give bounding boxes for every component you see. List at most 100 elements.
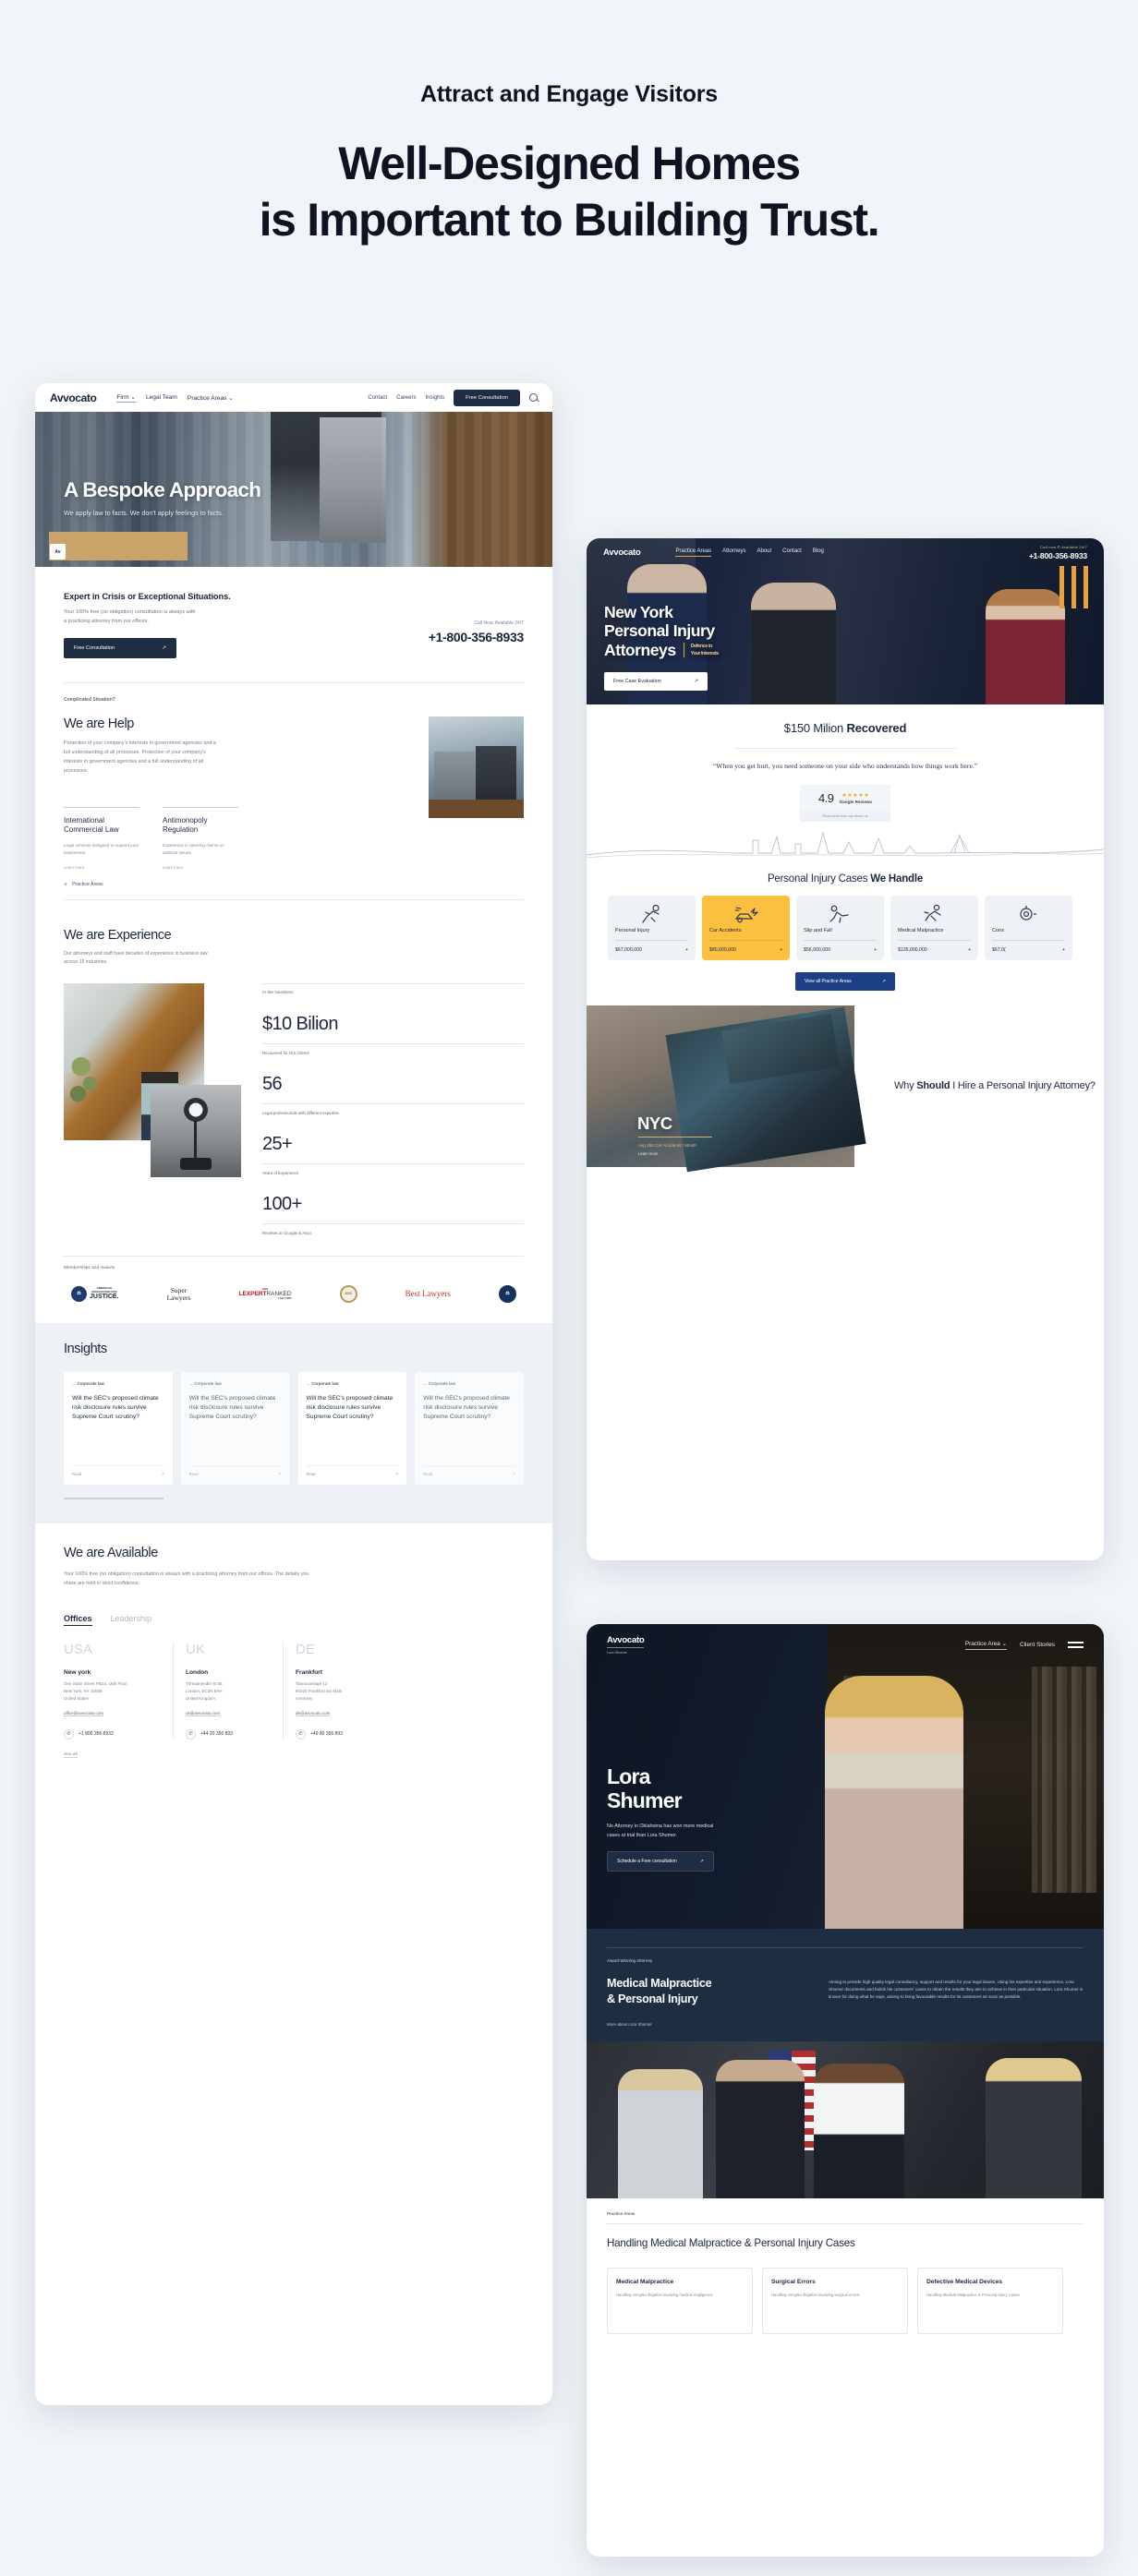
site-preview-lora-shumer[interactable]: Avvocato Lora Shumer Practice Area ⌄ Cli… xyxy=(587,1624,1104,2557)
office-phone[interactable]: ✆ +1 800 356 8933 xyxy=(64,1728,162,1739)
aaj-line3: JUSTICE. xyxy=(90,1293,119,1300)
siteB-nav-blog[interactable]: Blog xyxy=(813,548,824,557)
siteC-eyebrow: Award-Winning Attorney xyxy=(607,1958,653,1963)
divider xyxy=(64,898,524,900)
search-icon[interactable] xyxy=(529,393,538,402)
insight-read-link[interactable]: Read xyxy=(72,1472,81,1476)
siteA-nav-firm[interactable]: Firm ⌄ xyxy=(116,393,136,403)
plus-icon[interactable]: + xyxy=(685,947,688,953)
insight-card[interactable]: → Corporate law Will the SEC's proposed … xyxy=(415,1372,524,1486)
siteB-call-block: Call now ✆ Available 24/7 +1-800-356-893… xyxy=(1029,545,1087,560)
office-email[interactable]: office@avvocato.com xyxy=(64,1711,104,1716)
case-tile-name: Medical Malpractice xyxy=(898,927,944,933)
siteB-nav-about[interactable]: About xyxy=(757,548,771,557)
siteA-phone-number[interactable]: +1-800-356-8933 xyxy=(429,630,525,644)
insight-read-link[interactable]: Read xyxy=(307,1472,316,1476)
arrow-up-right-icon: ↗ xyxy=(699,1859,704,1865)
insights-scrollbar[interactable] xyxy=(64,1498,163,1500)
siteA-practice-areas-link[interactable]: + Practice Areas xyxy=(64,870,524,899)
case-tile-amount: $80,000,000 xyxy=(709,946,736,953)
siteB-nav-practice-areas[interactable]: Practice Areas xyxy=(675,548,712,557)
insight-card[interactable]: → Corporate law Will the SEC's proposed … xyxy=(64,1372,173,1486)
rating-read-link[interactable]: Read what they say about us xyxy=(800,810,890,822)
siteA-see-all-link[interactable]: See all xyxy=(64,1752,78,1758)
siteA-nav-legal-team[interactable]: Legal Team xyxy=(146,394,177,401)
tab-leadership[interactable]: Leadership xyxy=(111,1614,152,1626)
case-tile-slip-and-fall[interactable]: Slip and Fall $56,000,000 + xyxy=(796,895,884,960)
practice-card-medical-malpractice[interactable]: Medical Malpractice Handling complex lit… xyxy=(607,2267,753,2334)
site-preview-avvocato-corporate[interactable]: Avvocato Firm ⌄ Legal Team Practice Area… xyxy=(35,383,552,2405)
siteA-available-body: Your 100% free (no obligation) consultat… xyxy=(64,1571,309,1587)
siteC-hero-line2: Shumer xyxy=(607,1788,683,1813)
phone-icon: ✆ xyxy=(1057,544,1061,549)
insight-read-link[interactable]: Read xyxy=(423,1472,432,1476)
siteA-nav-practice-areas[interactable]: Practice Areas ⌄ xyxy=(188,394,234,402)
site-previews: Avvocato Firm ⌄ Legal Team Practice Area… xyxy=(0,0,1138,2576)
case-tile-medical-malpractice[interactable]: Medical Malpractice $135,000,000 + xyxy=(890,895,978,960)
arrow-up-right-icon: ↗ xyxy=(394,1472,399,1477)
case-tile-construction[interactable]: Cons $67,0( + xyxy=(985,895,1072,960)
schedule-free-consultation-button[interactable]: Schedule a Free consultation ↗ xyxy=(607,1851,714,1872)
siteA-help-card-body: Legal services designed to support your … xyxy=(64,843,139,855)
construction-icon xyxy=(992,904,1065,928)
siteA-nav-insights[interactable]: Insights xyxy=(425,395,444,401)
case-tile-car-accidents[interactable]: Car Accidents $80,000,000 + xyxy=(702,895,790,960)
siteB-nyc-card[interactable]: NYC Avg 150 Car Accidents / Month Learn … xyxy=(587,1005,866,1172)
office-city: London xyxy=(186,1669,209,1677)
siteC-hero-line1: Lora xyxy=(607,1764,650,1788)
siteC-logo[interactable]: Avvocato xyxy=(607,1635,645,1648)
site-preview-personal-injury[interactable]: Avvocato Practice Areas Attorneys About … xyxy=(587,538,1104,1560)
siteB-nav-attorneys[interactable]: Attorneys xyxy=(722,548,745,557)
practice-card-surgical-errors[interactable]: Surgical Errors Handling complex litigat… xyxy=(762,2267,908,2334)
case-tile-amount: $67,0( xyxy=(992,946,1006,953)
siteA-nav-contact[interactable]: Contact xyxy=(368,395,387,401)
plus-icon[interactable]: + xyxy=(968,947,971,953)
office-country: USA xyxy=(64,1642,92,1658)
siteA-crisis-cta-button[interactable]: Free Consultation ↗ xyxy=(64,637,176,658)
tab-offices[interactable]: Offices xyxy=(64,1614,92,1627)
case-tile-name: Cons xyxy=(992,927,1005,933)
siteC-nav-practice-area[interactable]: Practice Area ⌄ xyxy=(964,1640,1007,1650)
seal-year: 2023 xyxy=(345,1291,352,1295)
chevron-down-icon: ⌄ xyxy=(1001,1641,1007,1647)
divider xyxy=(615,939,688,941)
siteA-nav-careers[interactable]: Careers xyxy=(396,395,416,401)
case-tile-personal-injury[interactable]: Personal Injury $67,000,000 + xyxy=(608,895,696,960)
siteA-help-section: Complicated Situation? We are Help Prote… xyxy=(35,683,552,913)
plus-icon[interactable]: + xyxy=(780,947,782,953)
siteC-more-link[interactable]: More about Lora Shumer xyxy=(607,2022,1084,2027)
office-phone[interactable]: ✆ +44 20 356 893 xyxy=(186,1728,272,1739)
award-logo-best-lawyers: Best Lawyers xyxy=(406,1289,451,1299)
hamburger-menu-icon[interactable] xyxy=(1068,1639,1084,1650)
siteA-help-card-link[interactable]: Learn more xyxy=(163,865,238,870)
siteA-help-card[interactable]: Antimonopoly Regulation Experience in ad… xyxy=(163,806,238,870)
siteA-help-card[interactable]: International Commercial Law Legal servi… xyxy=(64,806,139,870)
insight-card[interactable]: → Corporate law Will the SEC's proposed … xyxy=(180,1372,290,1486)
siteA-stat-value: 100+ xyxy=(262,1194,302,1215)
siteA-free-consultation-button[interactable]: Free Consultation xyxy=(454,389,520,406)
insight-read-link[interactable]: Read xyxy=(189,1472,199,1476)
divider xyxy=(709,939,782,941)
siteA-award-logos: ⚖ AMERICAN ASSOCIATION FOR JUSTICE. Supe… xyxy=(64,1285,524,1304)
siteB-nyc-learn-more[interactable]: Learn more xyxy=(638,1151,658,1156)
practice-card-title: Surgical Errors xyxy=(771,2278,816,2285)
siteC-about-paragraph: Aiming to provide high quality legal con… xyxy=(829,1980,1084,2000)
office-phone[interactable]: ✆ +49 80 356 893 xyxy=(296,1728,382,1739)
practice-card-defective-medical-devices[interactable]: Defective Medical Devices Handling Medic… xyxy=(917,2267,1063,2334)
siteB-nav-contact[interactable]: Contact xyxy=(782,548,802,557)
plus-icon[interactable]: + xyxy=(1062,947,1065,953)
siteC-nav-client-stories[interactable]: Client Stories xyxy=(1020,1642,1055,1648)
siteB-logo[interactable]: Avvocato xyxy=(603,548,641,558)
view-all-practice-areas-button[interactable]: View all Practice Areas ↗ xyxy=(795,971,895,991)
office-email[interactable]: uk@avvocato.com xyxy=(186,1711,221,1716)
insight-card[interactable]: → Corporate law Will the SEC's proposed … xyxy=(297,1372,407,1486)
free-case-evaluation-button[interactable]: Free Case Evaluation ↗ xyxy=(604,672,708,692)
hero-books-right xyxy=(1032,1667,1096,1893)
siteB-phone-number[interactable]: +1-800-356-8933 xyxy=(1029,551,1087,560)
siteA-logo[interactable]: Avvocato xyxy=(50,391,97,404)
plus-icon[interactable]: + xyxy=(874,947,877,953)
office-email[interactable]: de@avvocato.com xyxy=(296,1711,331,1716)
siteB-rating-badge[interactable]: 4.9 ★★★★★ Google Reviews Read what they … xyxy=(800,784,890,822)
case-tile-name: Personal Injury xyxy=(615,927,650,933)
siteA-help-card-link[interactable]: Learn more xyxy=(64,865,139,870)
